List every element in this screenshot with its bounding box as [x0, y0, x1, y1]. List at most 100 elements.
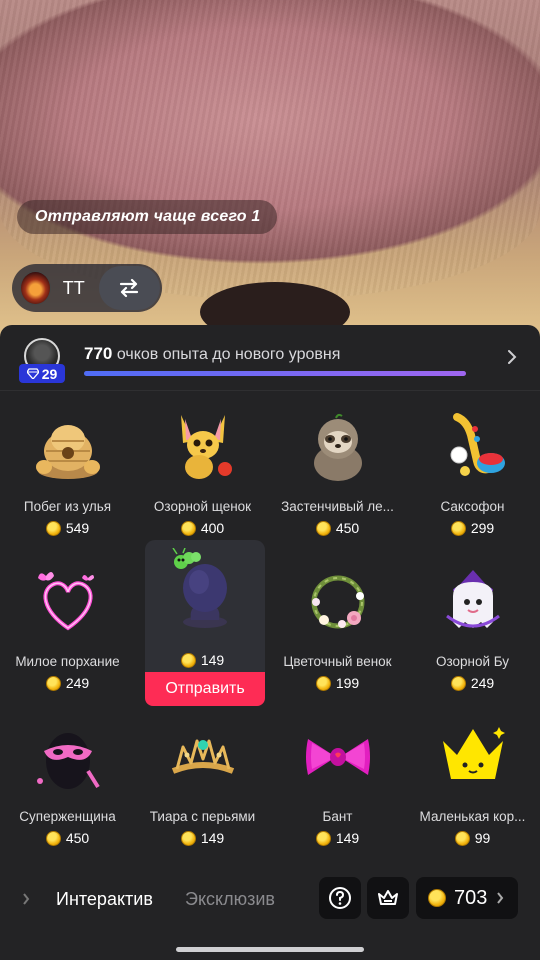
gift-item[interactable]: Маленькая кор... 99 [405, 715, 540, 865]
coin-balance-button[interactable]: 703 [416, 877, 518, 919]
gift-item[interactable]: Побег из улья 549 [0, 405, 135, 555]
gift-panel-bottom-bar: Интерактив Эксклюзив 703 [0, 865, 540, 933]
saxophone-icon [450, 413, 505, 476]
flower-wreath-icon [311, 575, 365, 629]
sloth-icon [314, 413, 362, 481]
coin-icon [45, 520, 61, 536]
live-stream-screen: Отправляют чаще всего 1 TT 29 770 очков … [0, 0, 540, 960]
coin-icon [45, 675, 61, 691]
ghost-icon [446, 570, 500, 628]
gift-panel: 29 770 очков опыта до нового уровня Побе… [0, 325, 540, 960]
gift-price-value: 549 [65, 520, 90, 536]
mask-icon [37, 733, 100, 789]
gift-name: Саксофон [440, 499, 505, 514]
coin-icon [454, 830, 470, 846]
gift-name: Застенчивый ле... [281, 499, 394, 514]
gift-item[interactable]: Милое порхание 249 [0, 560, 135, 710]
coin-balance: 703 [454, 886, 488, 909]
chevron-right-icon[interactable] [504, 347, 520, 367]
gift-name: Озорной щенок [153, 499, 252, 514]
gift-price: 450 [270, 520, 405, 536]
home-indicator[interactable] [176, 947, 364, 952]
gift-price: 249 [0, 675, 135, 691]
gift-name: Милое порхание [15, 654, 120, 669]
gift-price-value: 149 [200, 830, 225, 846]
gift-name: Тиара с перьями [149, 809, 256, 824]
gift-price-value: 99 [474, 830, 491, 846]
gift-name: Маленькая кор... [419, 809, 526, 824]
gift-item[interactable]: Саксофон 299 [405, 405, 540, 555]
coin-icon [450, 675, 466, 691]
level-points: 770 [84, 344, 113, 363]
gift-name: Бант [322, 809, 353, 824]
gift-item[interactable]: Тиара с перьями 149 [135, 715, 270, 865]
crown-icon [443, 727, 505, 779]
gift-price-value: 249 [470, 675, 495, 691]
gift-price: 249 [405, 675, 540, 691]
gift-item-selected[interactable]: 149 Отправить [135, 540, 270, 710]
gift-item[interactable]: Суперженщина 450 [0, 715, 135, 865]
coin-icon [315, 675, 331, 691]
gift-price-value: 299 [470, 520, 495, 536]
gift-item[interactable]: Бант 149 [270, 715, 405, 865]
gift-price-value: 450 [65, 830, 90, 846]
gift-name: Цветочный венок [283, 654, 392, 669]
level-text: 770 очков опыта до нового уровня [84, 344, 340, 364]
bow-icon [306, 739, 370, 775]
gift-name: Озорной Бу [435, 654, 510, 669]
tab-interactive[interactable]: Интерактив [56, 889, 153, 910]
coin-icon [315, 830, 331, 846]
tiara-icon [171, 739, 235, 774]
gift-price: 149 [135, 652, 270, 668]
gift-item[interactable]: Озорной Бу 249 [405, 560, 540, 710]
level-progress-track [84, 371, 466, 376]
gift-price: 549 [0, 520, 135, 536]
level-number: 29 [41, 365, 58, 382]
gift-price: 199 [270, 675, 405, 691]
puppy-icon [181, 415, 232, 479]
butterfly-heart-icon [38, 572, 94, 631]
switch-recipient-button[interactable] [98, 266, 160, 310]
coin-icon [315, 520, 331, 536]
host-name: TT [62, 277, 85, 298]
level-progress-fill [84, 371, 466, 376]
gift-price-value: 249 [65, 675, 90, 691]
most-sent-banner[interactable]: Отправляют чаще всего 1 [17, 200, 277, 234]
gift-price-value: 149 [200, 652, 225, 668]
coin-icon [180, 520, 196, 536]
head-with-caterpillar-icon [172, 548, 227, 628]
level-points-suffix: очков опыта до нового уровня [112, 346, 341, 363]
coin-icon [428, 889, 446, 907]
crown-outline-icon [378, 890, 398, 905]
question-icon [329, 887, 351, 909]
most-sent-text: Отправляют чаще всего 1 [35, 208, 261, 225]
gift-price-value: 450 [335, 520, 360, 536]
diamond-icon [26, 368, 39, 379]
coin-icon [450, 520, 466, 536]
gift-item[interactable]: Озорной щенок 400 [135, 405, 270, 555]
gift-name: Суперженщина [19, 809, 116, 824]
swap-arrows-icon [120, 278, 139, 298]
gift-price: 299 [405, 520, 540, 536]
gift-price: 450 [0, 830, 135, 846]
host-avatar[interactable] [20, 271, 51, 305]
gift-price-value: 400 [200, 520, 225, 536]
video-texture [0, 0, 540, 300]
chevron-left-icon[interactable] [22, 892, 30, 906]
gift-price: 149 [270, 830, 405, 846]
vip-button[interactable] [367, 877, 409, 919]
level-progress-row[interactable]: 29 770 очков опыта до нового уровня [0, 325, 540, 391]
coin-icon [180, 830, 196, 846]
tab-exclusive[interactable]: Эксклюзив [185, 889, 275, 910]
gift-item[interactable]: Цветочный венок 199 [270, 560, 405, 710]
gift-price-value: 199 [335, 675, 360, 691]
gift-price: 99 [405, 830, 540, 846]
gift-price: 149 [135, 830, 270, 846]
help-button[interactable] [319, 877, 361, 919]
send-gift-button[interactable]: Отправить [145, 672, 265, 706]
gift-item[interactable]: Застенчивый ле... 450 [270, 405, 405, 555]
host-pill[interactable]: TT [12, 264, 162, 312]
beehive-icon [36, 425, 100, 479]
level-badge: 29 [19, 364, 65, 383]
gift-price-value: 149 [335, 830, 360, 846]
